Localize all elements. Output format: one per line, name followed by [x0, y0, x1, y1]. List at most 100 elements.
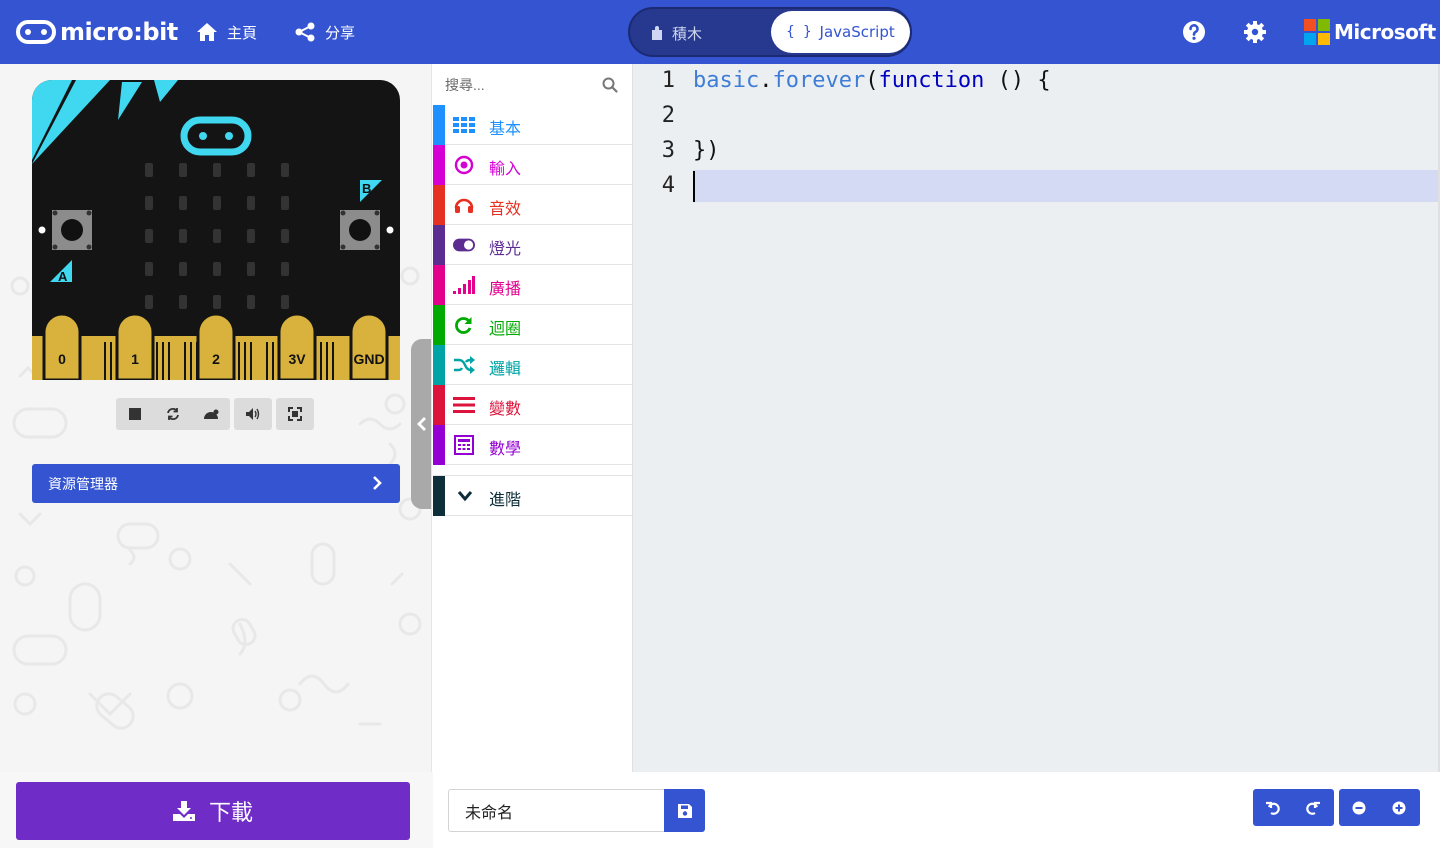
pin-3v-label: 3V [288, 351, 306, 367]
explorer-button[interactable]: 資源管理器 [32, 464, 400, 503]
microbit-board: A B 0 1 2 3V GND [32, 80, 400, 380]
home-button[interactable]: 主頁 [196, 20, 257, 44]
category-color-bar [433, 305, 445, 345]
code-token: ( [865, 68, 879, 93]
category-label: 進階 [489, 490, 522, 509]
pin-0-label: 0 [58, 351, 66, 367]
editor-footer: 下載 未命名 [0, 772, 1440, 848]
javascript-tab[interactable]: { } JavaScript [771, 11, 910, 53]
category-label: 廣播 [489, 279, 522, 298]
logo-text: micro:bit [60, 18, 178, 46]
braces-icon: { } [786, 24, 812, 40]
category-input[interactable]: 輸入 [433, 145, 632, 185]
chevron-right-icon [373, 476, 382, 490]
share-button[interactable]: 分享 [294, 20, 355, 44]
search-input[interactable] [445, 73, 595, 97]
category-basic[interactable]: 基本 [433, 105, 632, 145]
category-color-bar [433, 385, 445, 425]
microsoft-text: Microsoft [1334, 20, 1436, 44]
editor-toggle: 積木 { } JavaScript [628, 7, 912, 57]
redo-button[interactable] [1293, 789, 1333, 826]
code-token: forever [772, 68, 866, 93]
line-number: 1 [661, 68, 675, 93]
sim-fullscreen-group [276, 398, 314, 430]
restart-icon [167, 408, 179, 420]
microbit-logo[interactable]: micro:bit [16, 16, 178, 48]
blocks-label: 積木 [672, 25, 703, 43]
category-label: 迴圈 [489, 319, 522, 338]
button-a[interactable] [52, 210, 92, 250]
mute-button[interactable] [234, 398, 272, 430]
settings-button[interactable] [1242, 19, 1268, 45]
button-b-label: B [362, 181, 371, 196]
pin-2-label: 2 [212, 351, 220, 367]
category-variables[interactable]: 變數 [433, 385, 632, 425]
category-math[interactable]: 數學 [433, 425, 632, 465]
category-logic[interactable]: 邏輯 [433, 345, 632, 385]
home-label: 主頁 [227, 23, 258, 42]
zoom-group [1339, 789, 1420, 826]
chevron-left-icon [417, 417, 426, 431]
sim-control-group [116, 398, 230, 430]
search-icon[interactable] [602, 77, 618, 93]
microbit-logo-icon [16, 20, 56, 44]
zoom-in-icon [1392, 801, 1406, 814]
zoom-out-icon [1352, 801, 1366, 814]
microsoft-squares-icon [1304, 19, 1330, 45]
javascript-label: JavaScript [819, 23, 895, 41]
category-label: 數學 [489, 439, 522, 458]
calculator-icon [453, 434, 475, 456]
redo-icon [1306, 801, 1320, 815]
project-name-input[interactable]: 未命名 [448, 789, 664, 832]
category-radio[interactable]: 廣播 [433, 265, 632, 305]
code-editor[interactable]: 1 2 3 4 basic.forever(function () { }) [633, 64, 1440, 772]
headphones-icon [453, 194, 475, 216]
button-b[interactable] [340, 210, 380, 250]
restart-button[interactable] [154, 398, 192, 430]
save-icon [677, 803, 692, 818]
category-advanced[interactable]: 進階 [433, 475, 632, 516]
category-color-bar [433, 105, 445, 145]
help-button[interactable] [1181, 19, 1207, 45]
category-label: 邏輯 [489, 359, 522, 378]
blocks-tab[interactable]: 積木 [650, 23, 702, 44]
toolbox-search [433, 64, 632, 104]
top-menu-bar: micro:bit 主頁 分享 積木 { } JavaScript Micros… [0, 0, 1440, 64]
download-button[interactable]: 下載 [16, 782, 410, 840]
category-loops[interactable]: 迴圈 [433, 305, 632, 345]
zoom-out-button[interactable] [1339, 789, 1379, 826]
category-music[interactable]: 音效 [433, 185, 632, 225]
microsoft-logo[interactable]: Microsoft [1304, 19, 1436, 45]
save-button[interactable] [664, 789, 705, 832]
explorer-label: 資源管理器 [48, 476, 118, 493]
toolbox: 基本 輸入 音效 燈光 [433, 64, 633, 772]
category-list: 基本 輸入 音效 燈光 廣播 迴圈 邏輯 變數 數學 [433, 105, 632, 465]
category-led[interactable]: 燈光 [433, 225, 632, 265]
line-number: 3 [661, 138, 675, 163]
undo-icon [1266, 801, 1280, 815]
category-label: 基本 [489, 119, 522, 138]
share-icon [295, 22, 315, 42]
line-number: 2 [661, 103, 675, 128]
download-label: 下載 [208, 801, 253, 826]
line-number: 4 [661, 173, 675, 198]
undo-button[interactable] [1253, 789, 1293, 826]
simulator-panel: A B 0 1 2 3V GND 資源管理器 [0, 64, 432, 848]
slow-mo-button[interactable] [192, 398, 230, 430]
fullscreen-icon [288, 407, 302, 421]
code-line: basic.forever(function () { [693, 68, 1051, 93]
gear-icon [1244, 21, 1266, 43]
list-icon [453, 394, 475, 416]
collapse-simulator-button[interactable] [411, 339, 431, 509]
fullscreen-button[interactable] [276, 398, 314, 430]
category-color-bar [433, 145, 445, 185]
puzzle-icon [652, 25, 662, 40]
zoom-in-button[interactable] [1379, 789, 1419, 826]
undo-redo-group [1253, 789, 1334, 826]
stop-button[interactable] [116, 398, 154, 430]
category-color-bar [433, 225, 445, 265]
refresh-icon [453, 314, 475, 336]
code-token: () { [984, 68, 1051, 93]
code-token: . [759, 68, 773, 93]
code-token: }) [693, 138, 720, 163]
